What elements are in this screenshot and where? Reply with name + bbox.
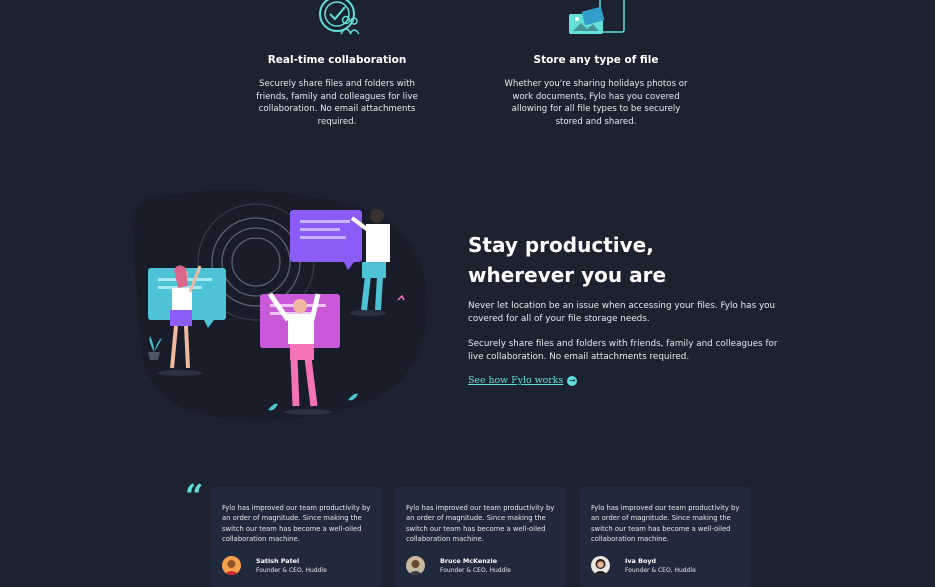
- testimonial-quote: Fylo has improved our team productivity …: [222, 504, 371, 543]
- avatar: [222, 556, 241, 575]
- avatar-iva-icon: [591, 556, 610, 575]
- feature-title: Store any type of file: [533, 54, 659, 66]
- testimonial-role: Founder & CEO, Huddle: [440, 567, 511, 574]
- avatar-satish-icon: [222, 556, 241, 575]
- testimonial-name: Iva Boyd: [625, 557, 657, 565]
- testimonial-role: Founder & CEO, Huddle: [625, 567, 696, 574]
- see-how-fylo-works-link[interactable]: See how Fylo works →: [468, 375, 578, 386]
- feature-title: Real-time collaboration: [267, 54, 407, 66]
- quote-mark-icon: “: [185, 477, 204, 515]
- feature-description: Whether you're sharing holidays photos o…: [504, 79, 688, 127]
- testimonial-card: Fylo has improved our team productivity …: [395, 487, 566, 587]
- avatar: [406, 556, 425, 575]
- testimonial-name: Bruce McKenzie: [440, 557, 498, 565]
- collaboration-icon: [319, 0, 360, 35]
- testimonial-name: Satish Patel: [256, 557, 300, 565]
- productive-paragraph-2: Securely share files and folders with fr…: [468, 339, 778, 362]
- testimonial-card: Fylo has improved our team productivity …: [211, 487, 382, 587]
- productive-paragraph-1: Never let location be an issue when acce…: [468, 301, 776, 324]
- productive-heading-line2: wherever you are: [468, 263, 667, 287]
- testimonial-quote: Fylo has improved our team productivity …: [406, 504, 555, 543]
- productive-heading: Stay productive, wherever you are: [468, 230, 666, 290]
- productive-illustration: [132, 190, 428, 421]
- see-how-link-label: See how Fylo works: [468, 375, 564, 386]
- file-types-icon: [569, 0, 625, 34]
- avatar-bruce-icon: [406, 556, 425, 575]
- feature-description: Securely share files and folders with fr…: [256, 79, 418, 127]
- testimonial-quote: Fylo has improved our team productivity …: [591, 504, 740, 543]
- testimonial-card: Fylo has improved our team productivity …: [580, 487, 751, 587]
- testimonial-role: Founder & CEO, Huddle: [256, 567, 327, 574]
- productive-heading-line1: Stay productive,: [468, 233, 654, 257]
- avatar: [591, 556, 610, 575]
- arrow-circle-icon: →: [567, 375, 578, 386]
